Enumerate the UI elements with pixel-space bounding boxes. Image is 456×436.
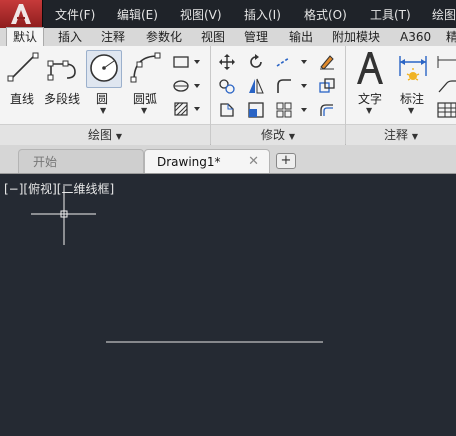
- draw-panel-title[interactable]: 绘图 ▼: [0, 124, 210, 145]
- text-label: 文字: [358, 92, 383, 106]
- offset-icon[interactable]: [318, 101, 336, 119]
- document-tab-bar: 开始 Drawing1* ✕ +: [0, 145, 456, 174]
- menu-tools[interactable]: 工具(T): [370, 6, 411, 23]
- fillet-icon[interactable]: [275, 77, 309, 95]
- menu-edit[interactable]: 编辑(E): [117, 6, 158, 23]
- crosshair-cursor-icon: [31, 186, 96, 245]
- linear-dimension-icon[interactable]: [436, 54, 456, 70]
- scale-icon[interactable]: [247, 101, 265, 119]
- line-button[interactable]: [6, 50, 40, 86]
- modify-panel-expand-icon: ▼: [288, 132, 295, 141]
- drawing-canvas[interactable]: [−][俯视][二维线框]: [0, 174, 456, 436]
- table-icon[interactable]: [436, 101, 456, 119]
- tab-drawing1[interactable]: Drawing1* ✕: [144, 149, 270, 173]
- arc-dropdown-icon[interactable]: ▼: [141, 106, 147, 115]
- dimension-button[interactable]: [396, 52, 430, 86]
- modify-panel-title[interactable]: 修改 ▼: [211, 124, 345, 145]
- menu-format[interactable]: 格式(O): [304, 6, 347, 23]
- canvas-graphics: [31, 186, 323, 343]
- circle-icon: [90, 54, 118, 82]
- draw-panel-title-text: 绘图: [88, 128, 113, 142]
- text-dropdown-icon[interactable]: ▼: [366, 106, 372, 115]
- rectangle-icon[interactable]: [172, 54, 202, 70]
- annotate-panel-title-text: 注释: [384, 128, 409, 142]
- menu-draw[interactable]: 绘图: [432, 6, 456, 23]
- menu-view[interactable]: 视图(V): [180, 6, 222, 23]
- array-icon[interactable]: [275, 101, 309, 119]
- arc-icon: [130, 52, 161, 83]
- tab-featured[interactable]: 精: [446, 28, 456, 46]
- menu-bar: 文件(F) 编辑(E) 视图(V) 插入(I) 格式(O) 工具(T) 绘图: [0, 0, 456, 28]
- text-icon: [357, 52, 383, 84]
- line-icon: [7, 52, 39, 82]
- circle-button[interactable]: [86, 50, 122, 88]
- explode-icon[interactable]: [318, 77, 336, 95]
- move-icon[interactable]: [218, 54, 236, 70]
- arc-button[interactable]: [128, 50, 162, 86]
- tab-manage[interactable]: 管理: [244, 28, 268, 46]
- menu-insert[interactable]: 插入(I): [244, 6, 281, 23]
- new-tab-button[interactable]: +: [276, 153, 296, 169]
- dimension-icon: [399, 56, 427, 81]
- draw-panel-expand-icon: ▼: [115, 132, 122, 141]
- annotate-panel-title[interactable]: 注释 ▼: [346, 124, 456, 145]
- tab-view[interactable]: 视图: [201, 28, 225, 46]
- tab-annotate[interactable]: 注释: [101, 28, 125, 46]
- application-menu-button[interactable]: [0, 0, 43, 28]
- tab-default[interactable]: 默认: [6, 27, 45, 47]
- leader-icon[interactable]: [436, 78, 456, 94]
- close-tab-icon[interactable]: ✕: [248, 150, 259, 174]
- tab-addins[interactable]: 附加模块: [332, 28, 380, 46]
- polyline-button[interactable]: [47, 50, 81, 86]
- tab-a360[interactable]: A360: [400, 28, 431, 46]
- text-button[interactable]: [353, 50, 387, 88]
- menu-file[interactable]: 文件(F): [55, 6, 95, 23]
- tab-parametric[interactable]: 参数化: [146, 28, 182, 46]
- tab-drawing1-label: Drawing1*: [157, 155, 221, 169]
- arc-label: 圆弧: [133, 92, 158, 106]
- ellipse-icon[interactable]: [172, 78, 202, 94]
- line-label: 直线: [10, 92, 35, 106]
- hatch-icon[interactable]: [172, 101, 202, 117]
- autocad-logo-icon: [11, 4, 31, 24]
- stretch-icon[interactable]: [218, 101, 236, 119]
- tab-output[interactable]: 输出: [289, 28, 313, 46]
- erase-icon[interactable]: [318, 52, 336, 70]
- polyline-icon: [47, 60, 76, 81]
- dimension-label: 标注: [400, 92, 425, 106]
- rotate-icon[interactable]: [247, 53, 265, 71]
- trim-icon[interactable]: [275, 54, 309, 70]
- mirror-icon[interactable]: [247, 77, 265, 95]
- ribbon: 直线 多段线 圆 ▼ 圆弧 ▼ 文字 ▼ 标注 ▼ 绘图 ▼ 修改 ▼ 注释 ▼: [0, 46, 456, 145]
- copy-icon[interactable]: [218, 78, 236, 94]
- circle-dropdown-icon[interactable]: ▼: [100, 106, 106, 115]
- ribbon-tab-bar: 默认 插入 注释 参数化 视图 管理 输出 附加模块 A360 精: [0, 27, 456, 47]
- tab-start[interactable]: 开始: [18, 149, 144, 173]
- dimension-dropdown-icon[interactable]: ▼: [408, 106, 414, 115]
- circle-label: 圆: [96, 92, 109, 106]
- annotate-panel-expand-icon: ▼: [411, 132, 418, 141]
- tab-start-label: 开始: [33, 155, 58, 169]
- modify-panel-title-text: 修改: [261, 128, 286, 142]
- tab-insert[interactable]: 插入: [58, 28, 82, 46]
- polyline-label: 多段线: [44, 92, 81, 106]
